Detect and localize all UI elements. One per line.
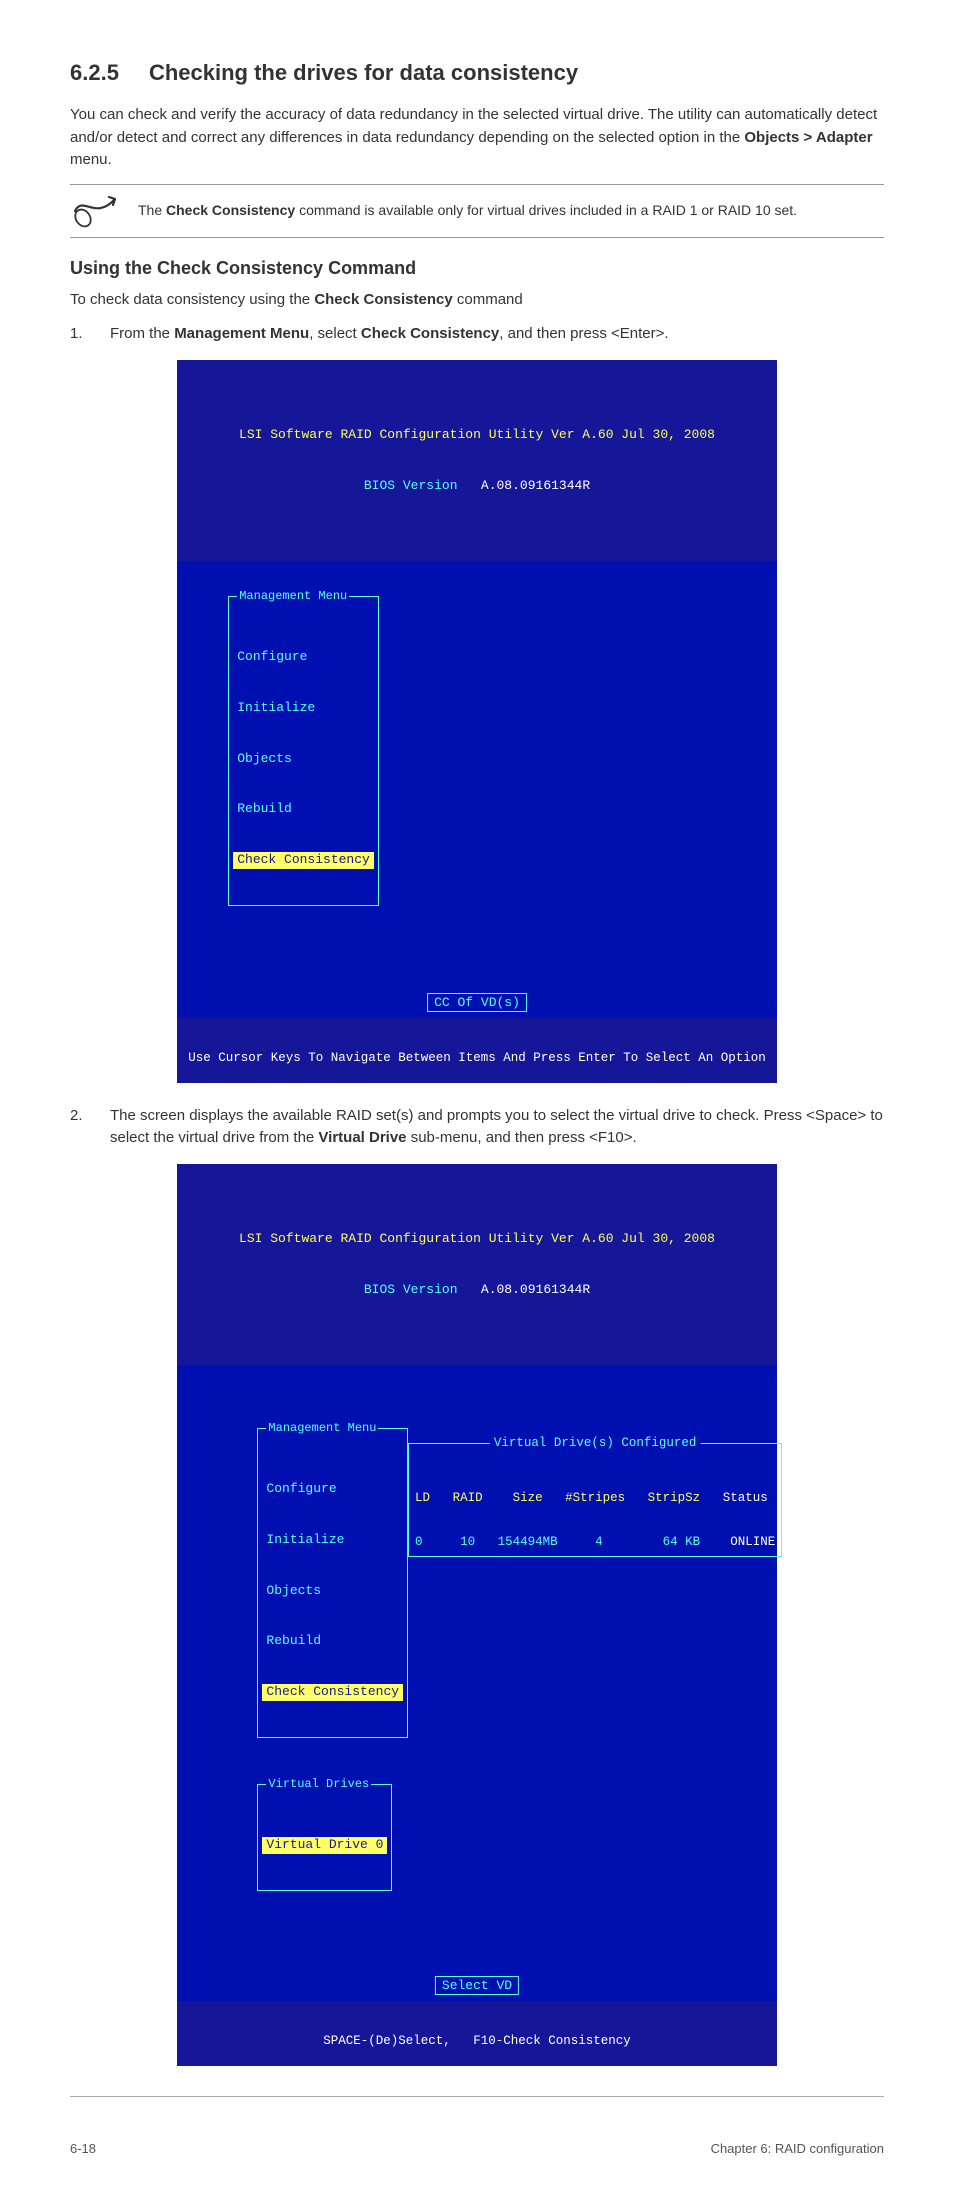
vd-submenu-title: Virtual Drives xyxy=(266,1777,371,1793)
footer-divider xyxy=(70,2096,884,2097)
note-icon xyxy=(70,191,120,231)
page-footer: 6-18 Chapter 6: RAID configuration xyxy=(70,2137,884,2156)
bios-footer: SPACE-(De)Select, F10-Check Consistency xyxy=(177,2031,777,2051)
step-number: 2. xyxy=(70,1105,110,1150)
menu-title: Management Menu xyxy=(266,1421,378,1437)
menu-item-rebuild[interactable]: Rebuild xyxy=(231,801,376,818)
bios-screenshot-1: LSI Software RAID Configuration Utility … xyxy=(177,360,777,1083)
vd-table-row[interactable]: 0 10 154494MB 4 64 KB ONLINE xyxy=(415,1535,775,1549)
menu-item-configure[interactable]: Configure xyxy=(231,649,376,666)
section-heading: 6.2.5 Checking the drives for data consi… xyxy=(70,60,884,86)
action-select-vd[interactable]: Select VD xyxy=(435,1976,519,1995)
step-2: 2. The screen displays the available RAI… xyxy=(70,1105,884,1150)
vd-configured-panel: Virtual Drive(s) Configured LD RAID Size… xyxy=(408,1443,782,1557)
step-text: The screen displays the available RAID s… xyxy=(110,1105,884,1150)
intro-tail: menu. xyxy=(70,151,112,168)
virtual-drives-submenu[interactable]: Virtual Drives Virtual Drive 0 xyxy=(257,1784,392,1891)
note-box: The Check Consistency command is availab… xyxy=(70,184,884,238)
sub-heading: Using the Check Consistency Command xyxy=(70,258,884,279)
bios-footer: Use Cursor Keys To Navigate Between Item… xyxy=(177,1048,777,1068)
menu-item-rebuild[interactable]: Rebuild xyxy=(260,1633,405,1650)
menu-item-initialize[interactable]: Initialize xyxy=(260,1532,405,1549)
bios-version-label: BIOS Version xyxy=(364,1282,458,1297)
vd-submenu-item[interactable]: Virtual Drive 0 xyxy=(262,1837,387,1854)
menu-title: Management Menu xyxy=(237,589,349,605)
bios-title: LSI Software RAID Configuration Utility … xyxy=(177,427,777,444)
bios-header: LSI Software RAID Configuration Utility … xyxy=(177,390,777,531)
note-text: The Check Consistency command is availab… xyxy=(138,200,797,220)
intro-bold: Objects > Adapter xyxy=(744,129,872,146)
bios-body: Management Menu Configure Initialize Obj… xyxy=(177,561,777,1018)
bios-title: LSI Software RAID Configuration Utility … xyxy=(177,1231,777,1248)
bios-screenshot-2: LSI Software RAID Configuration Utility … xyxy=(177,1164,777,2067)
section-number: 6.2.5 xyxy=(70,60,119,86)
menu-item-check-consistency[interactable]: Check Consistency xyxy=(233,852,374,869)
menu-item-initialize[interactable]: Initialize xyxy=(231,700,376,717)
management-menu[interactable]: Management Menu Configure Initialize Obj… xyxy=(257,1428,408,1738)
action-cc-of-vd[interactable]: CC Of VD(s) xyxy=(427,993,527,1012)
bios-version-label: BIOS Version xyxy=(364,478,458,493)
section-title: Checking the drives for data consistency xyxy=(149,60,578,86)
menu-item-check-consistency[interactable]: Check Consistency xyxy=(262,1684,403,1701)
step-number: 1. xyxy=(70,323,110,346)
bios-version-value: A.08.09161344R xyxy=(481,1282,590,1297)
step-text: From the Management Menu, select Check C… xyxy=(110,323,884,346)
menu-item-configure[interactable]: Configure xyxy=(260,1481,405,1498)
bios-header: LSI Software RAID Configuration Utility … xyxy=(177,1194,777,1335)
bios-body: Management Menu Configure Initialize Obj… xyxy=(177,1365,777,2001)
bios-version-value: A.08.09161344R xyxy=(481,478,590,493)
vd-table-header: LD RAID Size #Stripes StripSz Status xyxy=(415,1491,775,1505)
page-number: 6-18 xyxy=(70,2141,96,2156)
management-menu[interactable]: Management Menu Configure Initialize Obj… xyxy=(228,596,379,906)
menu-item-objects[interactable]: Objects xyxy=(260,1583,405,1600)
intro-paragraph: You can check and verify the accuracy of… xyxy=(70,104,884,172)
chapter-label: Chapter 6: RAID configuration xyxy=(711,2141,884,2156)
menu-item-objects[interactable]: Objects xyxy=(231,751,376,768)
para2: To check data consistency using the Chec… xyxy=(70,289,884,312)
step-1: 1. From the Management Menu, select Chec… xyxy=(70,323,884,346)
